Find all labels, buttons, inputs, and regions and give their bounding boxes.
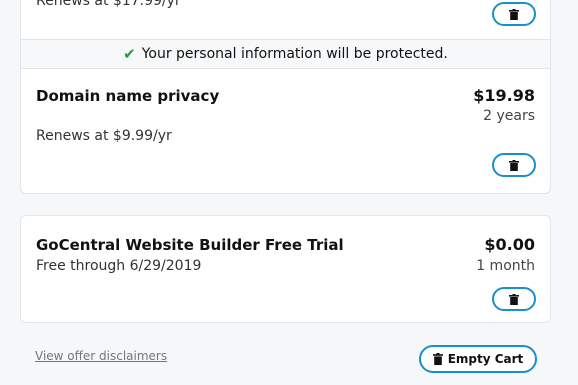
privacy-item-renews: Renews at $9.99/yr — [36, 128, 172, 144]
privacy-item-term: 2 years — [483, 108, 535, 124]
builder-item-subtitle: Free through 6/29/2019 — [36, 258, 202, 274]
builder-item-price: $0.00 — [484, 235, 535, 254]
privacy-item-title: Domain name privacy — [36, 87, 220, 105]
empty-cart-label: Empty Cart — [447, 352, 524, 366]
remove-top-item-button[interactable] — [492, 2, 536, 26]
privacy-item-price: $19.98 — [473, 86, 535, 105]
cart-card-domain: Renews at $17.99/yr ✔ Your personal info… — [20, 0, 551, 194]
remove-privacy-button[interactable] — [492, 153, 536, 177]
checkmark-icon: ✔ — [123, 45, 136, 63]
cart-card-builder: GoCentral Website Builder Free Trial $0.… — [20, 215, 551, 323]
trash-icon — [509, 159, 519, 171]
trash-icon — [509, 293, 519, 305]
protection-notice: ✔ Your personal information will be prot… — [21, 39, 550, 69]
builder-item-term: 1 month — [476, 258, 535, 274]
protection-notice-text: Your personal information will be protec… — [141, 46, 448, 62]
top-item-renews: Renews at $17.99/yr — [36, 0, 181, 9]
builder-item-title: GoCentral Website Builder Free Trial — [36, 236, 344, 254]
view-disclaimers-link[interactable]: View offer disclaimers — [35, 349, 167, 363]
trash-icon — [432, 353, 443, 365]
empty-cart-button[interactable]: Empty Cart — [419, 345, 537, 373]
remove-builder-button[interactable] — [492, 287, 536, 311]
trash-icon — [509, 8, 519, 20]
